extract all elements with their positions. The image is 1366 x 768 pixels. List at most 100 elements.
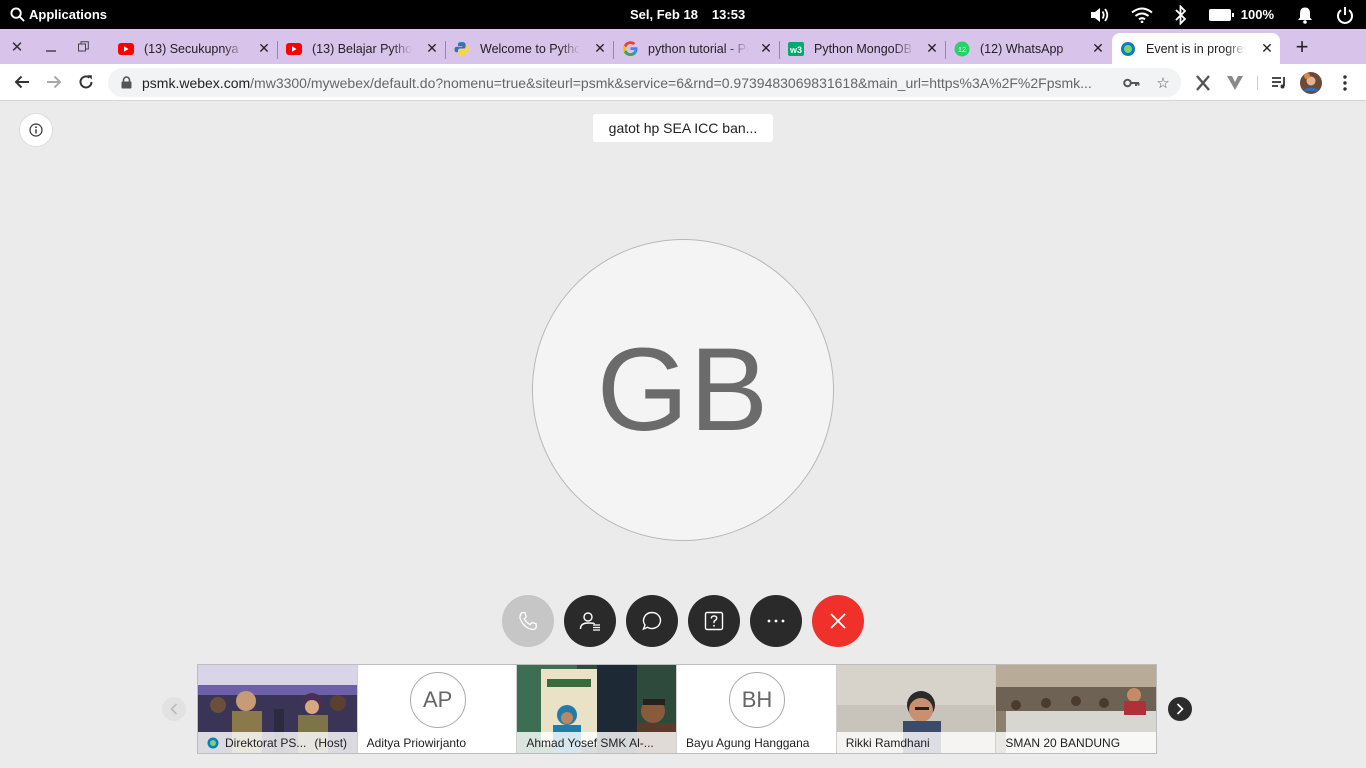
url-path: /mw3300/mywebex/default.do?nomenu=true&s… xyxy=(250,74,1092,91)
date-label: Sel, Feb 18 xyxy=(630,7,698,22)
tab-event-in-progress[interactable]: Event is in progress ✕ xyxy=(1112,33,1280,64)
youtube-icon xyxy=(118,41,134,57)
chevron-right-icon xyxy=(1176,703,1184,715)
applications-menu[interactable]: Applications xyxy=(10,0,107,29)
tab-python-mongodb[interactable]: w3 Python MongoDB I ✕ xyxy=(780,33,945,64)
tab-python-tutorial[interactable]: python tutorial - Pe ✕ xyxy=(614,33,779,64)
power-icon[interactable] xyxy=(1336,0,1354,29)
url-text[interactable]: psmk.webex.com/mw3300/mywebex/default.do… xyxy=(142,75,1112,91)
window-close-icon[interactable]: ✕ xyxy=(1,29,33,64)
time-label: 13:53 xyxy=(711,7,746,22)
participant-filmstrip: Direktorat PS... (Host) AP Aditya Priowi… xyxy=(197,664,1157,754)
participant-thumbnail[interactable]: Direktorat PS... (Host) xyxy=(198,665,358,753)
reload-icon[interactable] xyxy=(72,68,100,96)
address-bar[interactable]: psmk.webex.com/mw3300/mywebex/default.do… xyxy=(108,68,1181,97)
whatsapp-icon: 12 xyxy=(954,41,970,57)
participants-icon xyxy=(579,612,600,631)
media-queue-icon[interactable] xyxy=(1267,68,1291,97)
toolbar-divider xyxy=(1257,76,1258,90)
tab-title: Event is in progress xyxy=(1146,41,1246,56)
tab-close-icon[interactable]: ✕ xyxy=(1260,40,1274,56)
tab-belajar-python[interactable]: (13) Belajar Python ✕ xyxy=(278,33,445,64)
battery-indicator[interactable]: 100% xyxy=(1208,0,1274,29)
tab-close-icon[interactable]: ✕ xyxy=(759,40,773,56)
tab-secukupnya[interactable]: (13) Secukupnya - ✕ xyxy=(110,33,277,64)
tab-close-icon[interactable]: ✕ xyxy=(425,40,439,56)
battery-icon xyxy=(1208,8,1234,21)
bookmark-star-icon[interactable]: ☆ xyxy=(1151,68,1175,97)
w3schools-icon: w3 xyxy=(788,41,804,57)
tab-title: Welcome to Python xyxy=(480,41,580,56)
tab-close-icon[interactable]: ✕ xyxy=(593,40,607,56)
browser-tab-strip: ✕ (13) Secukupnya - ✕ (13) Belajar Pytho… xyxy=(0,29,1366,64)
window-minimize-icon[interactable] xyxy=(35,29,67,64)
question-icon xyxy=(704,611,724,631)
kebab-menu-icon[interactable] xyxy=(1333,68,1357,97)
wifi-icon[interactable] xyxy=(1131,0,1153,29)
tab-close-icon[interactable]: ✕ xyxy=(1091,40,1105,56)
more-options-button[interactable] xyxy=(750,595,802,647)
key-icon[interactable] xyxy=(1119,68,1143,97)
svg-text:12: 12 xyxy=(958,45,966,54)
url-domain: psmk.webex.com xyxy=(142,74,251,91)
qna-button[interactable] xyxy=(688,595,740,647)
tab-title: Python MongoDB I xyxy=(814,41,914,56)
participant-thumbnail[interactable]: Rikki Ramdhani xyxy=(836,665,997,753)
new-tab-plus-icon[interactable]: + xyxy=(1290,29,1314,64)
volume-icon[interactable] xyxy=(1089,0,1109,29)
youtube-icon xyxy=(286,41,302,57)
participant-thumbnail[interactable]: SMAN 20 BANDUNG xyxy=(996,665,1157,753)
active-speaker-label: gatot hp SEA ICC ban... xyxy=(593,114,773,142)
tab-title: python tutorial - Pe xyxy=(648,41,748,56)
tab-close-icon[interactable]: ✕ xyxy=(925,40,939,56)
participant-name: Ahmad Yosef SMK Al-... xyxy=(517,732,677,753)
info-icon xyxy=(29,123,43,137)
tab-whatsapp[interactable]: 12 (12) WhatsApp ✕ xyxy=(946,33,1111,64)
host-tag: (Host) xyxy=(314,735,348,750)
search-icon xyxy=(10,7,25,22)
chat-button[interactable] xyxy=(626,595,678,647)
participant-thumbnail[interactable]: BH Bayu Agung Hanggana xyxy=(677,665,837,753)
participant-name: Bayu Agung Hanggana xyxy=(686,735,810,750)
webex-icon xyxy=(207,737,219,748)
tab-title: (13) Secukupnya - xyxy=(144,41,244,56)
lock-icon[interactable] xyxy=(120,76,132,90)
extension-x-icon[interactable] xyxy=(1191,68,1215,97)
window-restore-icon[interactable] xyxy=(67,29,99,64)
browser-toolbar: psmk.webex.com/mw3300/mywebex/default.do… xyxy=(0,64,1366,101)
meeting-controls xyxy=(502,595,864,647)
leave-meeting-button[interactable] xyxy=(812,595,864,647)
profile-avatar-icon[interactable] xyxy=(1299,68,1323,97)
participant-name: Rikki Ramdhani xyxy=(836,732,996,753)
back-arrow-icon[interactable] xyxy=(8,68,36,96)
close-icon xyxy=(830,613,846,629)
tab-welcome-python[interactable]: Welcome to Python ✕ xyxy=(446,33,613,64)
bluetooth-icon[interactable] xyxy=(1175,0,1187,29)
phone-icon xyxy=(519,611,537,631)
meeting-info-button[interactable] xyxy=(19,113,53,147)
webex-icon xyxy=(1120,41,1136,57)
forward-arrow-icon[interactable] xyxy=(40,68,68,96)
participant-name-text: Direktorat PS... xyxy=(225,735,307,750)
svg-text:w3: w3 xyxy=(789,45,802,55)
filmstrip-next-button[interactable] xyxy=(1168,697,1192,721)
applications-label: Applications xyxy=(29,7,108,22)
participant-name: Direktorat PS... (Host) xyxy=(198,732,357,753)
audio-connect-button[interactable] xyxy=(502,595,554,647)
participant-initials: BH xyxy=(729,672,786,728)
system-tray: 100% xyxy=(1067,0,1354,29)
notification-bell-icon[interactable] xyxy=(1296,0,1314,29)
participant-thumbnail[interactable]: Ahmad Yosef SMK Al-... xyxy=(517,665,678,753)
participants-button[interactable] xyxy=(564,595,616,647)
extension-v-icon[interactable] xyxy=(1223,68,1247,97)
more-dots-icon xyxy=(767,619,785,623)
participant-name: SMAN 20 BANDUNG xyxy=(996,732,1157,753)
participant-thumbnail[interactable]: AP Aditya Priowirjanto xyxy=(357,665,518,753)
tab-close-icon[interactable]: ✕ xyxy=(257,40,271,56)
tab-title: (13) Belajar Python xyxy=(312,41,412,56)
filmstrip-prev-button[interactable] xyxy=(162,697,186,721)
python-icon xyxy=(454,41,470,57)
system-top-panel: Applications Sel, Feb 18 13:53 100% xyxy=(0,0,1366,29)
clock[interactable]: Sel, Feb 18 13:53 xyxy=(630,0,745,29)
active-speaker-avatar: GB xyxy=(532,239,834,541)
